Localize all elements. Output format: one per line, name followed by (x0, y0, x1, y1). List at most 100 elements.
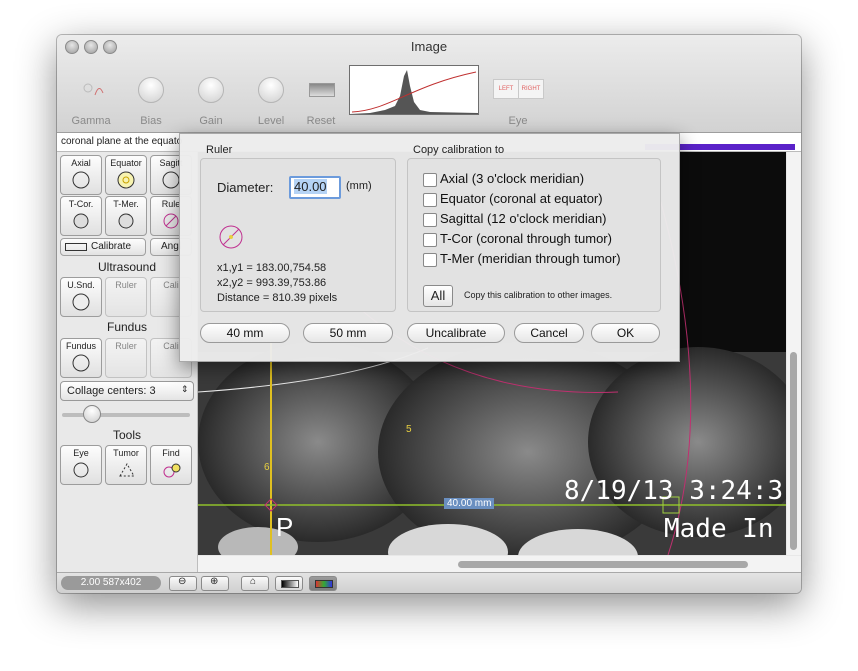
tcor-button[interactable]: T-Cor. (60, 196, 102, 236)
axial-label: Axial (71, 158, 91, 168)
50mm-button[interactable]: 50 mm (303, 323, 393, 343)
coords-1: x1,y1 = 183.00,754.58 (217, 262, 327, 274)
calibrate-label: Calibrate (91, 241, 132, 252)
checkbox-axial[interactable] (423, 173, 437, 187)
checkbox-tmer-label: T-Mer (meridian through tumor) (440, 251, 621, 266)
zoom-out-icon: ⊖ (178, 576, 187, 587)
fundus-ruler-button[interactable]: Ruler (105, 338, 147, 378)
color-icon (315, 580, 333, 588)
collage-select-value: Collage centers: 3 (67, 385, 156, 397)
ruler-circle-icon (219, 225, 243, 249)
ultrasound-icon (72, 293, 90, 311)
coords-2: x2,y2 = 993.39,753.86 (217, 277, 327, 289)
grayscale-button[interactable] (275, 576, 303, 591)
zoom-in-button[interactable]: ⊕ (201, 576, 229, 591)
slider-track[interactable] (62, 413, 190, 417)
tmer-label: T-Mer. (113, 199, 139, 209)
checkbox-tmer[interactable] (423, 253, 437, 267)
checkbox-equator-label: Equator (coronal at equator) (440, 191, 603, 206)
gamma-label: Gamma (71, 115, 111, 127)
axial-button[interactable]: Axial (60, 155, 102, 195)
eye-tool-icon (73, 462, 89, 478)
copy-group: Axial (3 o'clock meridian) Equator (coro… (407, 158, 661, 312)
fundus-label: Fundus (65, 341, 97, 351)
ok-button[interactable]: OK (591, 323, 660, 343)
eye-equator-icon (117, 171, 135, 189)
equator-button[interactable]: Equator (105, 155, 147, 195)
tmer-button[interactable]: T-Mer. (105, 196, 147, 236)
fundus-title: Fundus (106, 320, 148, 334)
vertical-scrollbar[interactable] (787, 152, 801, 555)
diameter-value: 40.00 (294, 179, 327, 194)
reset-button[interactable] (309, 83, 335, 97)
home-button[interactable]: ⌂ (241, 576, 269, 591)
40mm-button[interactable]: 40 mm (200, 323, 290, 343)
checkbox-axial-label: Axial (3 o'clock meridian) (440, 171, 585, 186)
eye-tool-label: Eye (73, 448, 89, 458)
made-in-overlay: Made In C (664, 514, 786, 544)
all-hint: Copy this calibration to other images. (464, 290, 613, 300)
ultrasound-button[interactable]: U.Snd. (60, 277, 102, 317)
ultrasound-label: U.Snd. (67, 280, 95, 290)
eye-right-button[interactable]: RIGHT (518, 79, 544, 99)
calibration-dialog: Ruler Diameter: 40.00 (mm) x1,y1 = 183.0… (179, 133, 680, 362)
checkbox-tcor[interactable] (423, 233, 437, 247)
left-panel: Axial Equator Sagitt T-Cor. T-Mer. Rule … (57, 152, 198, 572)
grayscale-icon (281, 580, 299, 588)
eye-tmer-icon (118, 213, 134, 229)
find-icon (163, 463, 181, 478)
diameter-input[interactable]: 40.00 (289, 176, 341, 199)
equator-label: Equator (110, 158, 142, 168)
tumor-tool-label: Tumor (113, 448, 139, 458)
ruler-group: Diameter: 40.00 (mm) x1,y1 = 183.00,754.… (200, 158, 396, 312)
collage-select[interactable]: Collage centers: 3 ⇕ (60, 381, 194, 401)
checkbox-equator[interactable] (423, 193, 437, 207)
vertical-scroll-thumb[interactable] (790, 352, 797, 550)
level-label: Level (257, 115, 285, 127)
gamma-icon[interactable] (79, 79, 107, 99)
eye-tcor-icon (73, 213, 89, 229)
marker-6: 6 (264, 462, 270, 473)
gain-knob[interactable] (198, 77, 224, 103)
gain-label: Gain (199, 115, 223, 127)
eye-left-button[interactable]: LEFT (493, 79, 519, 99)
fundus-icon (72, 354, 90, 372)
timestamp-overlay: 8/19/13 3:24:3 (564, 476, 784, 506)
ruler-icon (65, 243, 87, 251)
ultrasound-title: Ultrasound (97, 260, 157, 274)
fundus-ruler-label: Ruler (115, 341, 137, 351)
cancel-button[interactable]: Cancel (514, 323, 584, 343)
bias-label: Bias (140, 115, 162, 127)
histogram[interactable] (349, 65, 479, 115)
horizontal-scroll-thumb[interactable] (458, 561, 748, 568)
plane-label: coronal plane at the equato (61, 136, 183, 147)
unit-label: (mm) (346, 180, 372, 192)
ultrasound-ruler-button[interactable]: Ruler (105, 277, 147, 317)
uncalibrate-button[interactable]: Uncalibrate (407, 323, 505, 343)
checkbox-tcor-label: T-Cor (coronal through tumor) (440, 231, 612, 246)
all-button[interactable]: All (423, 285, 453, 307)
color-button[interactable] (309, 576, 337, 591)
window-title: Image (410, 39, 448, 54)
toolbar: Image Gamma Bias Gain Level Reset LEFT R… (57, 35, 801, 133)
tumor-tool-button[interactable]: Tumor (105, 445, 147, 485)
copy-group-title: Copy calibration to (413, 144, 505, 156)
horizontal-scrollbar[interactable] (198, 556, 801, 572)
distance-text: Distance = 810.39 pixels (217, 292, 338, 304)
updown-icon: ⇕ (181, 384, 189, 394)
slider-thumb[interactable] (83, 405, 101, 423)
zoom-in-icon: ⊕ (210, 576, 219, 587)
level-knob[interactable] (258, 77, 284, 103)
reset-label: Reset (306, 115, 336, 127)
calibrate-button[interactable]: Calibrate (60, 238, 146, 256)
checkbox-sagittal[interactable] (423, 213, 437, 227)
find-tool-button[interactable]: Find (150, 445, 192, 485)
fundus-button[interactable]: Fundus (60, 338, 102, 378)
checkbox-sagittal-label: Sagittal (12 o'clock meridian) (440, 211, 607, 226)
letter-p-overlay: P (276, 512, 294, 542)
bias-knob[interactable] (138, 77, 164, 103)
zoom-out-button[interactable]: ⊖ (169, 576, 197, 591)
eye-label: Eye (508, 115, 528, 127)
eye-tool-button[interactable]: Eye (60, 445, 102, 485)
tcor-label: T-Cor. (68, 199, 94, 209)
